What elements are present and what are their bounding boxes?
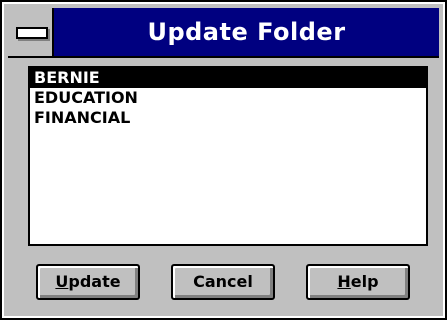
system-menu-icon xyxy=(16,27,48,39)
title-bar[interactable]: Update Folder xyxy=(8,8,439,58)
system-menu-button[interactable] xyxy=(8,8,54,56)
update-label-rest: pdate xyxy=(68,272,121,291)
list-item[interactable]: FINANCIAL xyxy=(30,108,426,128)
help-mnemonic: H xyxy=(337,272,351,291)
update-mnemonic: U xyxy=(55,272,69,291)
window-title: Update Folder xyxy=(147,18,346,46)
help-button[interactable]: Help xyxy=(306,264,410,300)
update-button[interactable]: Update xyxy=(36,264,140,300)
list-item[interactable]: EDUCATION xyxy=(30,88,426,108)
dialog-client-area: BERNIE EDUCATION FINANCIAL Update Cancel… xyxy=(8,58,439,312)
cancel-label: Cancel xyxy=(193,272,253,291)
folder-listbox[interactable]: BERNIE EDUCATION FINANCIAL xyxy=(28,66,428,246)
help-label-rest: elp xyxy=(350,272,379,291)
cancel-button[interactable]: Cancel xyxy=(171,264,275,300)
list-item[interactable]: BERNIE xyxy=(30,68,426,88)
update-folder-dialog: Update Folder BERNIE EDUCATION FINANCIAL… xyxy=(0,0,447,320)
